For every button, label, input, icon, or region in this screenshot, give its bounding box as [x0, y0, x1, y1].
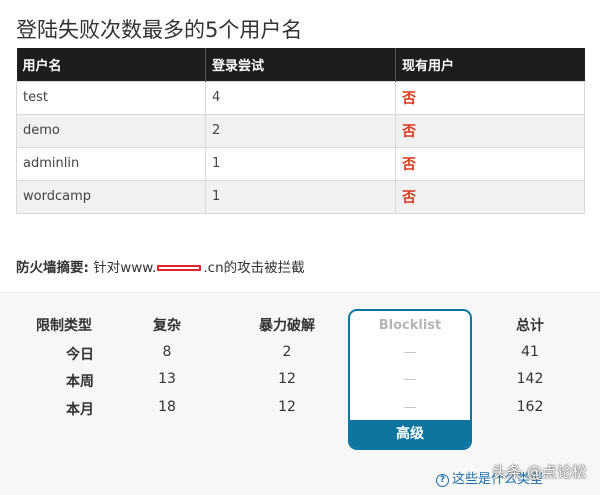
firewall-summary-label: 防火墙摘要:	[16, 260, 89, 276]
failed-login-table: 用户名 登录尝试 现有用户 test 4 否 demo 2 否 adminlin…	[16, 48, 585, 214]
stats-row-label-today: 今日	[66, 347, 94, 363]
stats-header-blocklist: Blocklist	[378, 318, 442, 333]
table-row: demo 2 否	[16, 113, 585, 148]
stats-cell-total-month: 162	[516, 399, 544, 415]
cell-attempts: 1	[205, 146, 396, 181]
column-header-existing-user: 现有用户	[395, 48, 585, 81]
cell-attempts: 2	[205, 113, 396, 148]
firewall-summary-text-after: .cn的攻击被拦截	[203, 260, 305, 276]
stats-cell-blocklist-month: —	[403, 400, 417, 415]
question-circle-icon: ?	[436, 474, 449, 487]
cell-existing-user: 否	[395, 146, 585, 181]
cell-existing-user: 否	[395, 80, 585, 115]
firewall-summary: 防火墙摘要: 针对www. .cn的攻击被拦截	[16, 256, 305, 276]
stats-cell-complex-week: 13	[158, 371, 176, 387]
stats-cell-complex-today: 8	[162, 344, 172, 360]
stats-cell-brute-week: 12	[278, 371, 296, 387]
stats-cell-blocklist-week: —	[403, 372, 417, 387]
stats-header-complex: 复杂	[153, 318, 181, 334]
table-row: wordcamp 1 否	[16, 179, 585, 214]
cell-attempts: 4	[205, 80, 396, 115]
stats-cell-total-week: 142	[516, 371, 544, 387]
stats-header-total: 总计	[516, 318, 544, 334]
cell-existing-user: 否	[395, 179, 585, 214]
blocklist-column-box: Blocklist — — — 高级	[348, 309, 472, 450]
cell-username: test	[16, 80, 206, 115]
firewall-summary-text-before: 针对www.	[93, 260, 157, 276]
cell-attempts: 1	[205, 179, 396, 214]
stats-row-label-month: 本月	[66, 402, 94, 418]
stats-header-type: 限制类型	[36, 318, 92, 334]
table-row: adminlin 1 否	[16, 146, 585, 181]
redaction-mark	[157, 265, 202, 271]
cell-username: wordcamp	[16, 179, 206, 214]
cell-existing-user: 否	[395, 113, 585, 148]
table-header-row: 用户名 登录尝试 现有用户	[16, 48, 585, 81]
table-row: test 4 否	[16, 80, 585, 115]
watermark: 头条 @点论松	[492, 463, 587, 481]
upgrade-premium-button[interactable]: 高级	[350, 420, 470, 448]
stats-cell-complex-month: 18	[158, 399, 176, 415]
stats-header-brute-force: 暴力破解	[259, 318, 315, 334]
stats-cell-blocklist-today: —	[403, 345, 417, 360]
cell-username: adminlin	[16, 146, 206, 181]
stats-cell-brute-today: 2	[282, 344, 292, 360]
stats-cell-brute-month: 12	[278, 399, 296, 415]
stats-cell-total-today: 41	[521, 344, 539, 360]
column-header-username: 用户名	[16, 48, 206, 81]
cell-username: demo	[16, 113, 206, 148]
page-title: 登陆失败次数最多的5个用户名	[16, 18, 303, 42]
stats-row-label-week: 本周	[66, 374, 94, 390]
column-header-attempts: 登录尝试	[205, 48, 396, 81]
